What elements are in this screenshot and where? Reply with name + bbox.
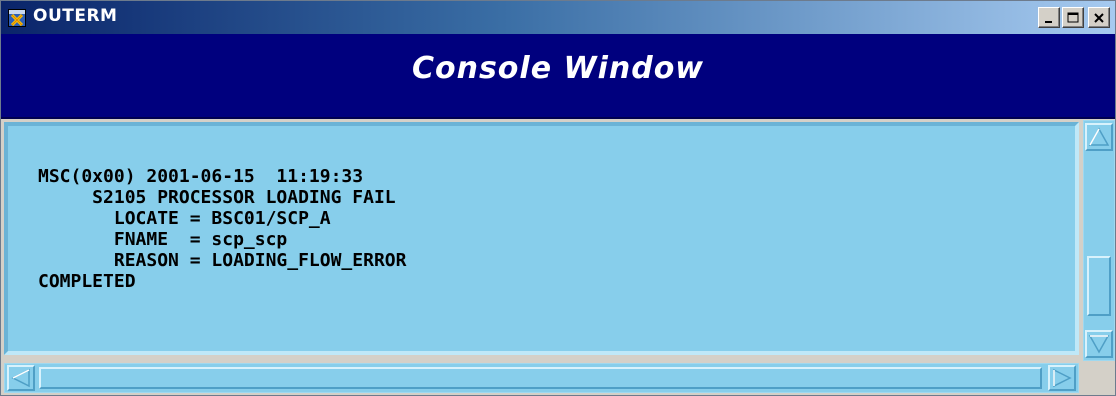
close-button[interactable]: [1088, 7, 1110, 28]
console-line: LOCATE = BSC01/SCP_A: [38, 208, 331, 229]
scroll-corner: [1083, 363, 1115, 393]
arrow-down-icon: [1088, 335, 1110, 354]
arrow-right-icon: [1053, 368, 1072, 388]
horizontal-scroll-thumb[interactable]: [39, 367, 1042, 389]
console-line: S2105 PROCESSOR LOADING FAIL: [38, 187, 396, 208]
outerm-window: OUTERM Console Window MSC(0x00) 2001-06-…: [0, 0, 1116, 396]
minimize-icon: [1045, 21, 1052, 23]
console-header: Console Window: [1, 34, 1115, 119]
minimize-button[interactable]: [1038, 7, 1060, 28]
console-output[interactable]: MSC(0x00) 2001-06-15 11:19:33 S2105 PROC…: [4, 122, 1079, 355]
console-text: MSC(0x00) 2001-06-15 11:19:33 S2105 PROC…: [38, 166, 406, 292]
scroll-right-button[interactable]: [1048, 365, 1076, 391]
vertical-scroll-thumb[interactable]: [1087, 256, 1111, 316]
close-icon: [1094, 13, 1104, 23]
scroll-down-button[interactable]: [1085, 330, 1113, 358]
horizontal-scrollbar[interactable]: [4, 363, 1079, 393]
console-line: FNAME = scp_scp: [38, 229, 288, 250]
arrow-left-icon: [11, 368, 30, 388]
maximize-button[interactable]: [1062, 7, 1084, 28]
console-line: COMPLETED: [38, 271, 136, 292]
arrow-up-icon: [1088, 127, 1110, 146]
title-bar[interactable]: OUTERM: [1, 1, 1115, 34]
window-title: OUTERM: [33, 6, 118, 26]
maximize-icon: [1067, 12, 1079, 23]
page-title: Console Window: [411, 51, 705, 86]
scroll-up-button[interactable]: [1085, 123, 1113, 151]
console-line: MSC(0x00) 2001-06-15 11:19:33: [38, 166, 364, 187]
x-window-icon[interactable]: [8, 9, 26, 27]
scroll-left-button[interactable]: [7, 365, 35, 391]
console-line: REASON = LOADING_FLOW_ERROR: [38, 250, 407, 271]
vertical-scrollbar[interactable]: [1083, 120, 1115, 361]
